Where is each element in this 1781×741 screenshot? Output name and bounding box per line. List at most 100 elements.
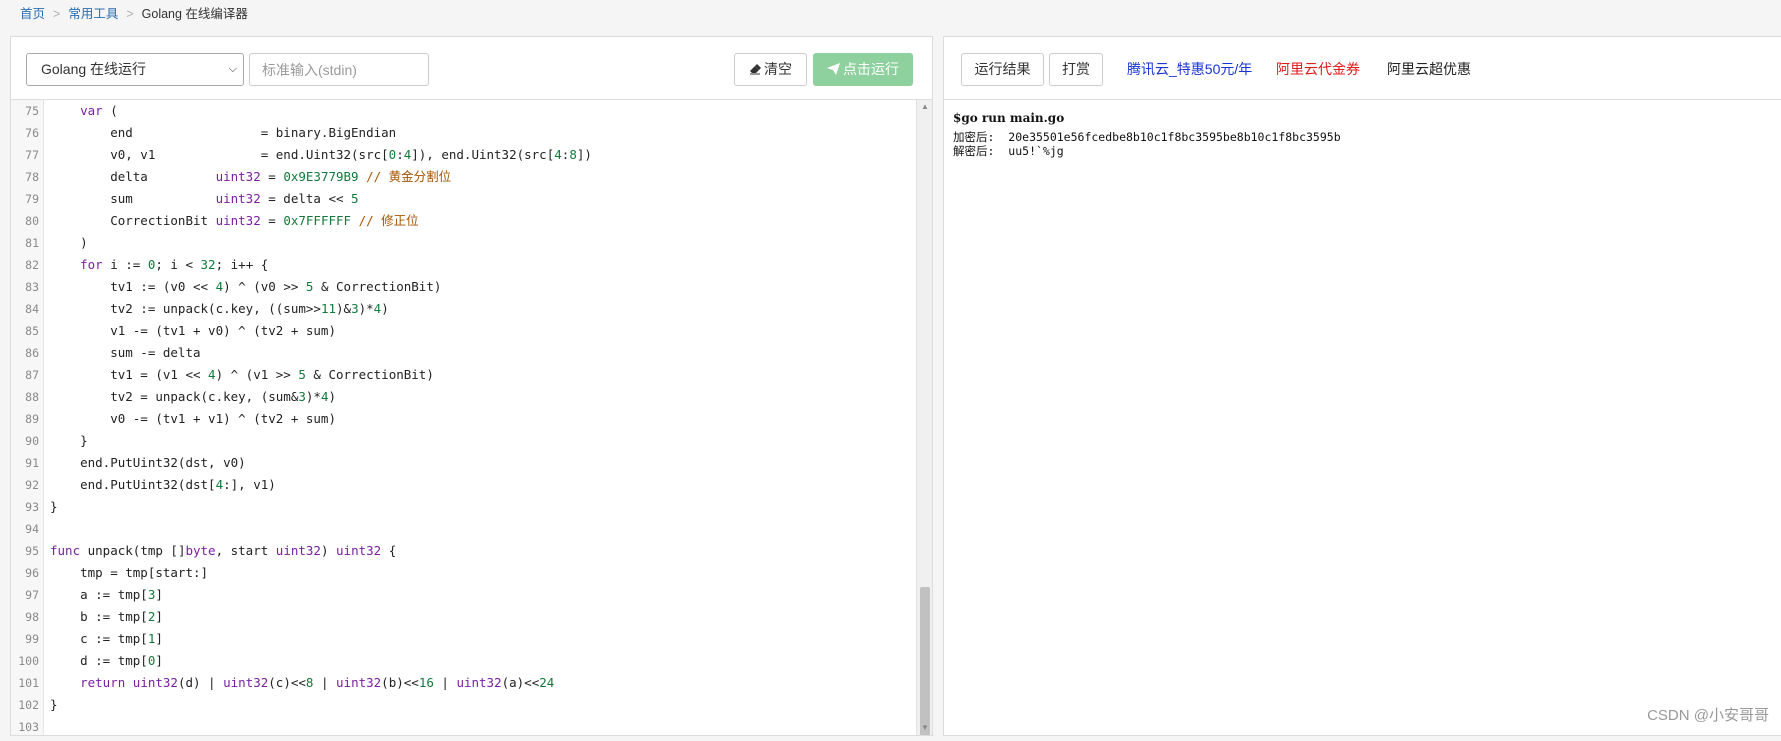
code-keyword: return [80,675,126,690]
code-keyword: uint32 [336,675,382,690]
code-text: return uint32(d) | uint32(c)<<8 | uint32… [50,672,554,694]
breadcrumb-separator: > [126,7,134,21]
code-token: | [433,675,457,690]
output-encrypted-row: 加密后: 20e35501e56fcedbe8b10c1f8bc3595be8b… [953,130,1763,145]
code-token: (c)<< [268,675,306,690]
line-number: 94 [25,522,39,536]
code-line[interactable]: 85 v1 -= (tv1 + v0) ^ (tv2 + sum) [11,320,916,342]
code-number: 5 [351,191,359,206]
code-token: a := tmp[ [50,587,148,602]
editor-scrollbar[interactable]: ▲ ▼ [916,100,932,735]
line-number: 92 [25,478,39,492]
line-number: 96 [25,566,39,580]
code-text: v0 -= (tv1 + v1) ^ (tv2 + sum) [50,408,336,430]
watermark: CSDN @小安哥哥 [1647,707,1769,724]
code-keyword: uint32 [336,543,382,558]
code-text: end.PutUint32(dst[4:], v1) [50,474,276,496]
code-line[interactable]: 87 tv1 = (v1 << 4) ^ (v1 >> 5 & Correcti… [11,364,916,386]
code-line[interactable]: 98 b := tmp[2] [11,606,916,628]
line-number: 99 [25,632,39,646]
ad-link-tencent-cloud[interactable]: 腾讯云_特惠50元/年 [1127,53,1252,86]
code-text: tv2 := unpack(c.key, ((sum>>11)&3)*4) [50,298,389,320]
line-number: 97 [25,588,39,602]
code-line[interactable]: 102} [11,694,916,716]
code-line[interactable]: 103 [11,716,916,735]
code-token: end.PutUint32(dst, v0) [50,455,246,470]
code-line[interactable]: 94 [11,518,916,540]
code-line[interactable]: 92 end.PutUint32(dst[4:], v1) [11,474,916,496]
code-token: ]), end.Uint32(src[ [411,147,555,162]
code-token: :], v1) [223,477,276,492]
code-keyword: uint32 [456,675,502,690]
scroll-up-icon[interactable]: ▲ [917,100,932,114]
code-line[interactable]: 100 d := tmp[0] [11,650,916,672]
line-number: 87 [25,368,39,382]
code-token: ) [320,543,337,558]
code-token: ) [381,301,389,316]
breadcrumb-current: Golang 在线编译器 [141,7,248,21]
tip-button[interactable]: 打赏 [1049,53,1103,86]
code-token: ] [155,587,163,602]
output-command: $go run main.go [953,111,1065,125]
code-token: d := tmp[ [50,653,148,668]
code-line[interactable]: 79 sum uint32 = delta << 5 [11,188,916,210]
scroll-thumb[interactable] [920,587,930,735]
code-token: = [260,169,284,184]
code-text: v1 -= (tv1 + v0) ^ (tv2 + sum) [50,320,336,342]
code-line[interactable]: 84 tv2 := unpack(c.key, ((sum>>11)&3)*4) [11,298,916,320]
code-number: 8 [569,147,577,162]
code-keyword: var [80,103,103,118]
code-token: (d) | [177,675,224,690]
code-line[interactable]: 81 ) [11,232,916,254]
language-select[interactable]: Golang 在线运行 ⌵ [26,53,244,86]
breadcrumb-tools[interactable]: 常用工具 [68,7,118,21]
code-editor[interactable]: 75 var (76 end = binary.BigEndian 77 v0, … [11,100,916,735]
code-text: tmp = tmp[start:] [50,562,208,584]
code-line[interactable]: 86 sum -= delta [11,342,916,364]
code-line[interactable]: 95 func unpack(tmp []byte, start uint32) … [11,540,916,562]
code-keyword: byte [185,543,216,558]
eraser-icon [749,54,761,85]
code-line[interactable]: 90 } [11,430,916,452]
code-comment: // 黄金分割位 [366,169,452,184]
code-text: sum uint32 = delta << 5 [50,188,359,210]
code-line[interactable]: 93} [11,496,916,518]
code-line[interactable]: 97 a := tmp[3] [11,584,916,606]
chevron-down-icon: ⌵ [228,63,237,75]
line-number: 84 [25,302,39,316]
code-line[interactable]: 96 tmp = tmp[start:] [11,562,916,584]
code-line[interactable]: 78 delta uint32 = 0x9E3779B9 // 黄金分割位 [11,166,916,188]
code-line[interactable]: 75 var ( [11,100,916,122]
stdin-input[interactable] [249,53,429,86]
code-line[interactable]: 89 v0 -= (tv1 + v1) ^ (tv2 + sum) [11,408,916,430]
ad-link-aliyun-coupon[interactable]: 阿里云代金券 [1276,53,1360,86]
code-line[interactable]: 101 return uint32(d) | uint32(c)<<8 | ui… [11,672,916,694]
clear-button[interactable]: 清空 [734,53,807,86]
code-line[interactable]: 82 for i := 0; i < 32; i++ { [11,254,916,276]
code-token: c := tmp[ [50,631,148,646]
code-number: 4 [554,147,562,162]
line-number: 76 [25,126,39,140]
code-line[interactable]: 83 tv1 := (v0 << 4) ^ (v0 >> 5 & Correct… [11,276,916,298]
scroll-down-icon[interactable]: ▼ [917,721,932,735]
breadcrumb-separator: > [53,7,61,21]
breadcrumb-home[interactable]: 首页 [20,7,45,21]
encrypted-value: 20e35501e56fcedbe8b10c1f8bc3595be8b10c1f… [1008,129,1341,144]
tab-run-result[interactable]: 运行结果 [961,53,1044,86]
code-token: tmp = tmp[start:] [50,565,209,580]
code-text: ) [50,232,88,254]
run-button[interactable]: 点击运行 [813,53,913,86]
ad-link-aliyun-deal[interactable]: 阿里云超优惠 [1387,53,1471,86]
code-text: end.PutUint32(dst, v0) [50,452,246,474]
code-line[interactable]: 80 CorrectionBit uint32 = 0x7FFFFFF // 修… [11,210,916,232]
code-text: } [50,496,58,518]
code-token: | [313,675,337,690]
code-line[interactable]: 91 end.PutUint32(dst, v0) [11,452,916,474]
code-line[interactable]: 77 v0, v1 = end.Uint32(src[0:4]), end.Ui… [11,144,916,166]
code-line[interactable]: 99 c := tmp[1] [11,628,916,650]
code-line[interactable]: 88 tv2 = unpack(c.key, (sum&3)*4) [11,386,916,408]
code-keyword: uint32 [215,213,261,228]
code-line[interactable]: 76 end = binary.BigEndian [11,122,916,144]
